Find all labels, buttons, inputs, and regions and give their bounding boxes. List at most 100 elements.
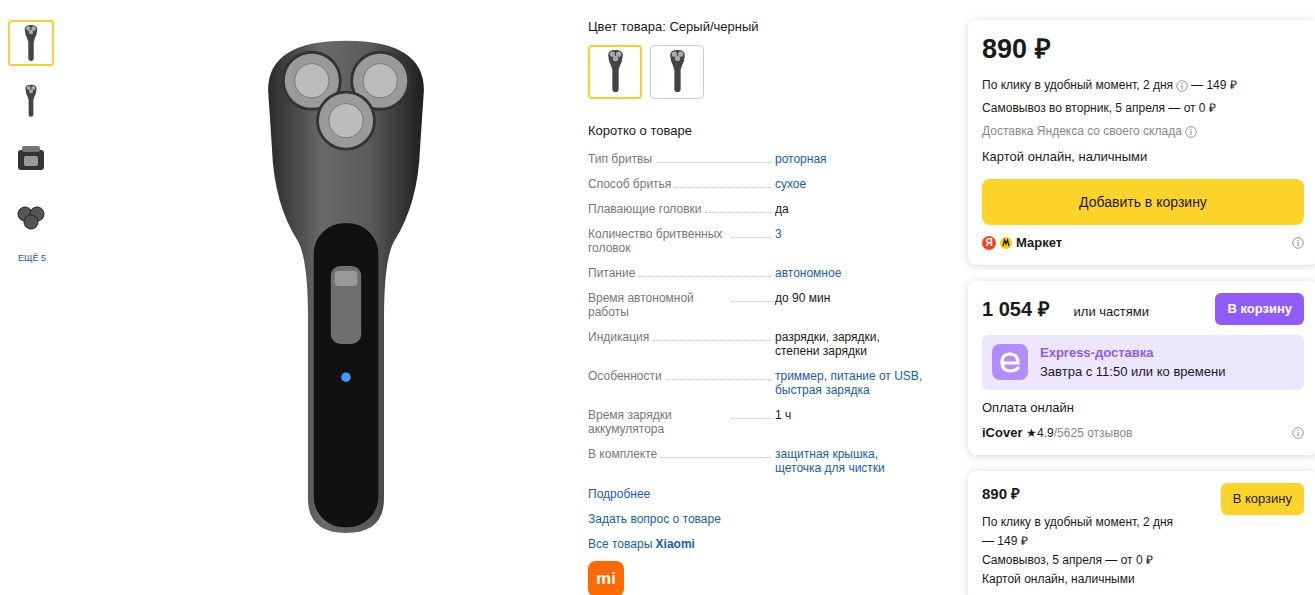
spec-value: 1 ч: [775, 408, 925, 436]
thumbnail[interactable]: [8, 194, 54, 240]
express-title: Express-доставка: [1040, 343, 1225, 363]
spec-name-text: Время автономной работы: [588, 291, 728, 319]
spec-leader: [639, 266, 771, 277]
thumbnail[interactable]: [8, 20, 54, 66]
shaver-icon: [667, 49, 688, 93]
offer-body: 890 ₽ По клику в удобный момент, 2 дня — …: [982, 483, 1304, 590]
delivery-text: Самовывоз во вторник, 5 апреля — от 0 ₽: [982, 97, 1216, 120]
express-texts: Express-доставкаЗавтра с 11:50 или ко вр…: [1040, 343, 1225, 382]
spec-row: Количество бритвенных головок3: [588, 227, 945, 255]
spec-value[interactable]: сухое: [775, 177, 925, 191]
spec-name: Индикация: [588, 330, 775, 358]
seller[interactable]: iCover ★4.9/5625 отзывов: [982, 423, 1132, 443]
market-logo-text: Маркет: [1016, 233, 1062, 253]
spec-row: В комплекте защитная крышка, щеточка для …: [588, 447, 945, 475]
express-logo-icon: [992, 344, 1028, 380]
spec-leader: [732, 408, 771, 419]
spec-value[interactable]: автономное: [775, 266, 925, 280]
spec-name: В комплекте: [588, 447, 775, 475]
offer-footer: Я Маркет: [982, 233, 1304, 253]
spec-row: Особенности триммер, питание от USB, быст…: [588, 369, 945, 397]
shaver-icon: [22, 24, 40, 62]
express-delivery: Express-доставкаЗавтра с 11:50 или ко вр…: [982, 335, 1304, 390]
spec-name-text: Тип бритвы: [588, 152, 652, 166]
spec-value[interactable]: роторная: [775, 152, 925, 166]
spec-name-text: Время зарядки аккумулятора: [588, 408, 728, 436]
brand-logo[interactable]: mi: [588, 561, 624, 595]
delivery-price: — 149 ₽: [1191, 74, 1237, 97]
brand-link[interactable]: Все товары Xiaomi: [588, 536, 945, 552]
payment-methods: Картой онлайн, наличными: [982, 145, 1304, 168]
spec-row: Индикацияразрядки, зарядки, степени заря…: [588, 330, 945, 358]
color-swatch[interactable]: [650, 45, 704, 99]
add-to-cart-button[interactable]: Добавить в корзину: [982, 179, 1304, 225]
info-link[interactable]: Задать вопрос о товаре: [588, 511, 945, 527]
installments-label: или частями: [1074, 302, 1149, 322]
spec-name-text: Особенности: [588, 369, 662, 383]
spec-value[interactable]: 3: [775, 227, 925, 255]
offer-price-row: 1 054 ₽ или частями: [982, 294, 1149, 324]
gallery: ЕЩЁ 5: [0, 0, 62, 595]
seller-row: iCover ★4.9/5625 отзывов: [982, 423, 1304, 443]
seller-reviews: /5625 отзывов: [1054, 426, 1133, 440]
product-image: [62, 0, 580, 595]
thumbnail[interactable]: [8, 136, 54, 182]
product-info: Цвет товара: Серый/черныйКоротко о товар…: [580, 0, 945, 595]
offer-card: 1 054 ₽ или частями В корзину Express-доста…: [968, 281, 1315, 455]
info-link[interactable]: Подробнее: [588, 486, 945, 502]
spec-name-text: Способ бритья: [588, 177, 671, 191]
spec-name-text: Плавающие головки: [588, 202, 701, 216]
spec-name: Время автономной работы: [588, 291, 775, 319]
spec-name: Питание: [588, 266, 775, 280]
spec-value: да: [775, 202, 925, 216]
spec-leader: [656, 152, 771, 163]
offer-price: 1 054 ₽: [982, 294, 1050, 324]
market-logo: Я Маркет: [982, 233, 1062, 253]
offer-price: 890 ₽: [982, 32, 1304, 66]
offer-line: Картой онлайн, наличными: [982, 570, 1182, 589]
spec-leader: [661, 447, 771, 458]
yandex-mark: Я: [982, 236, 996, 250]
heads-icon: [14, 204, 48, 230]
spec-row: Время автономной работы до 90 мин: [588, 291, 945, 319]
delivery-line: Доставка Яндекса со своего склада: [982, 120, 1304, 143]
info-icon: [1292, 427, 1304, 439]
spec-name-text: В комплекте: [588, 447, 657, 461]
spec-value: разрядки, зарядки, степени зарядки: [775, 330, 925, 358]
seller-rating: 4.9: [1037, 426, 1054, 440]
offer-price: 890 ₽: [982, 483, 1182, 506]
delivery-line: Самовывоз во вторник, 5 апреля — от 0 ₽: [982, 97, 1304, 120]
seller-name: iCover: [982, 425, 1022, 440]
spec-row: Способ бритья сухое: [588, 177, 945, 191]
offers: 890 ₽ По клику в удобный момент, 2 дня— 1…: [968, 0, 1315, 595]
spec-leader: [705, 202, 771, 213]
more-photos-link[interactable]: ЕЩЁ 5: [18, 252, 62, 266]
spec-value[interactable]: триммер, питание от USB, быстрая зарядка: [775, 369, 925, 397]
spec-leader: [653, 330, 771, 341]
brand-link-name: Xiaomi: [656, 537, 695, 551]
brand-link-prefix: Все товары: [588, 537, 652, 551]
spec-name: Время зарядки аккумулятора: [588, 408, 775, 436]
spec-row: Тип бритвы роторная: [588, 152, 945, 166]
info-icon: [1292, 237, 1304, 249]
spec-name: Тип бритвы: [588, 152, 775, 166]
spec-row: Плавающие головки да: [588, 202, 945, 216]
trimmer-icon: [14, 144, 48, 174]
offer-details: 890 ₽ По клику в удобный момент, 2 дня — …: [982, 483, 1182, 590]
spec-value: до 90 мин: [775, 291, 925, 319]
offer-line: Самовывоз, 5 апреля — от 0 ₽: [982, 551, 1182, 570]
delivery-line: По клику в удобный момент, 2 дня— 149 ₽: [982, 74, 1304, 97]
shaver-icon: [605, 49, 626, 93]
offer-header: 1 054 ₽ или частями В корзину: [982, 293, 1304, 325]
offer-card: 890 ₽ По клику в удобный момент, 2 дня — …: [968, 471, 1315, 595]
color-options: [588, 45, 945, 99]
spec-value[interactable]: защитная крышка, щеточка для чистки: [775, 447, 925, 475]
add-to-cart-button[interactable]: В корзину: [1215, 293, 1304, 325]
color-label: Цвет товара: Серый/черный: [588, 17, 945, 37]
spec-leader: [732, 227, 771, 238]
express-time: Завтра с 11:50 или ко времени: [1040, 362, 1225, 382]
offer-line: По клику в удобный момент, 2 дня — 149 ₽: [982, 513, 1182, 551]
color-swatch[interactable]: [588, 45, 642, 99]
add-to-cart-button[interactable]: В корзину: [1221, 483, 1304, 515]
thumbnail[interactable]: [8, 78, 54, 124]
